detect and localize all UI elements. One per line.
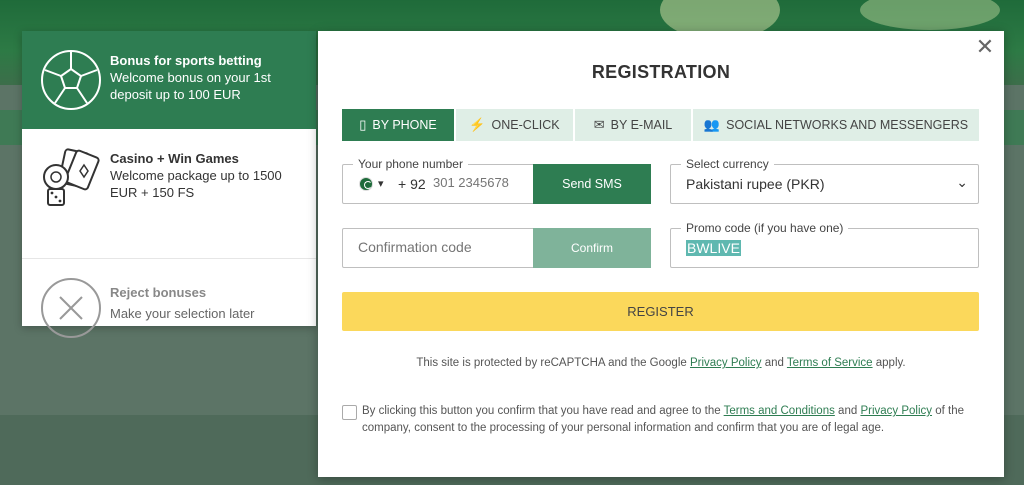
country-flag-icon[interactable] — [359, 177, 373, 191]
privacy-policy-link[interactable]: Privacy Policy — [690, 357, 762, 369]
tab-by-email[interactable]: ✉ BY E-MAIL — [575, 109, 693, 141]
bonus-title: Reject bonuses — [110, 285, 207, 300]
close-icon[interactable]: ✕ — [974, 36, 996, 58]
bonus-description: Welcome package up to 1500 EUR + 150 FS — [110, 168, 282, 200]
envelope-icon: ✉ — [593, 117, 605, 132]
tab-label: SOCIAL NETWORKS AND MESSENGERS — [726, 118, 969, 132]
confirmation-code-field: Confirm — [342, 228, 651, 268]
promo-code-value: BWLIVE — [686, 240, 741, 256]
reject-x-icon — [41, 278, 101, 338]
bonus-title: Bonus for sports betting — [110, 53, 262, 68]
terms-of-service-link[interactable]: Terms of Service — [787, 357, 873, 369]
tab-label: BY PHONE — [372, 118, 437, 132]
tab-label: ONE-CLICK — [491, 118, 560, 132]
tab-one-click[interactable]: ⚡ ONE-CLICK — [456, 109, 575, 141]
bonus-description: Welcome bonus on your 1st deposit up to … — [110, 70, 271, 102]
country-code: + 92 — [398, 176, 426, 192]
promo-code-field[interactable]: Promo code (if you have one) BWLIVE — [670, 221, 979, 268]
tab-by-phone[interactable]: ▯ BY PHONE — [342, 109, 456, 141]
privacy-policy-link[interactable]: Privacy Policy — [860, 405, 932, 417]
consent-text: By clicking this button you confirm that… — [362, 405, 964, 434]
phone-input[interactable] — [433, 175, 533, 190]
lightning-icon: ⚡ — [469, 117, 486, 132]
chevron-down-icon[interactable]: ▾ — [378, 177, 384, 190]
bonus-description: Make your selection later — [110, 306, 255, 321]
registration-tabs: ▯ BY PHONE ⚡ ONE-CLICK ✉ BY E-MAIL 👥 SOC… — [342, 109, 979, 141]
bonus-option-reject[interactable]: Reject bonuses Make your selection later — [22, 259, 316, 338]
currency-select[interactable]: Select currency Pakistani rupee (PKR) ⌄ — [670, 157, 979, 204]
casino-chips-icon — [43, 148, 100, 206]
bonus-title: Casino + Win Games — [110, 151, 239, 166]
tab-label: BY E-MAIL — [610, 118, 673, 132]
promo-code-label: Promo code (if you have one) — [681, 221, 849, 235]
chevron-down-icon: ⌄ — [956, 174, 968, 190]
confirm-button[interactable]: Confirm — [533, 228, 651, 268]
recaptcha-notice: This site is protected by reCAPTCHA and … — [416, 357, 906, 369]
send-sms-button[interactable]: Send SMS — [533, 164, 651, 204]
phone-number-field: Your phone number ▾ + 92 Send SMS — [342, 157, 651, 204]
phone-icon: ▯ — [359, 117, 367, 132]
currency-value: Pakistani rupee (PKR) — [686, 176, 825, 192]
bonus-option-sports[interactable]: Bonus for sports betting Welcome bonus o… — [22, 31, 316, 129]
register-button[interactable]: REGISTER — [342, 292, 979, 331]
currency-label: Select currency — [681, 157, 774, 171]
terms-and-conditions-link[interactable]: Terms and Conditions — [724, 405, 835, 417]
tab-social-networks[interactable]: 👥 SOCIAL NETWORKS AND MESSENGERS — [693, 109, 979, 141]
registration-modal: ✕ REGISTRATION ▯ BY PHONE ⚡ ONE-CLICK ✉ … — [318, 31, 1004, 477]
bonus-selection-panel: Bonus for sports betting Welcome bonus o… — [22, 31, 316, 338]
consent-checkbox[interactable] — [342, 405, 357, 420]
phone-number-label: Your phone number — [353, 157, 468, 171]
soccer-ball-icon — [41, 50, 101, 110]
confirmation-code-input[interactable] — [358, 239, 528, 255]
bonus-option-casino[interactable]: Casino + Win Games Welcome package up to… — [22, 129, 316, 259]
people-icon: 👥 — [703, 117, 721, 132]
modal-title: REGISTRATION — [591, 62, 731, 82]
